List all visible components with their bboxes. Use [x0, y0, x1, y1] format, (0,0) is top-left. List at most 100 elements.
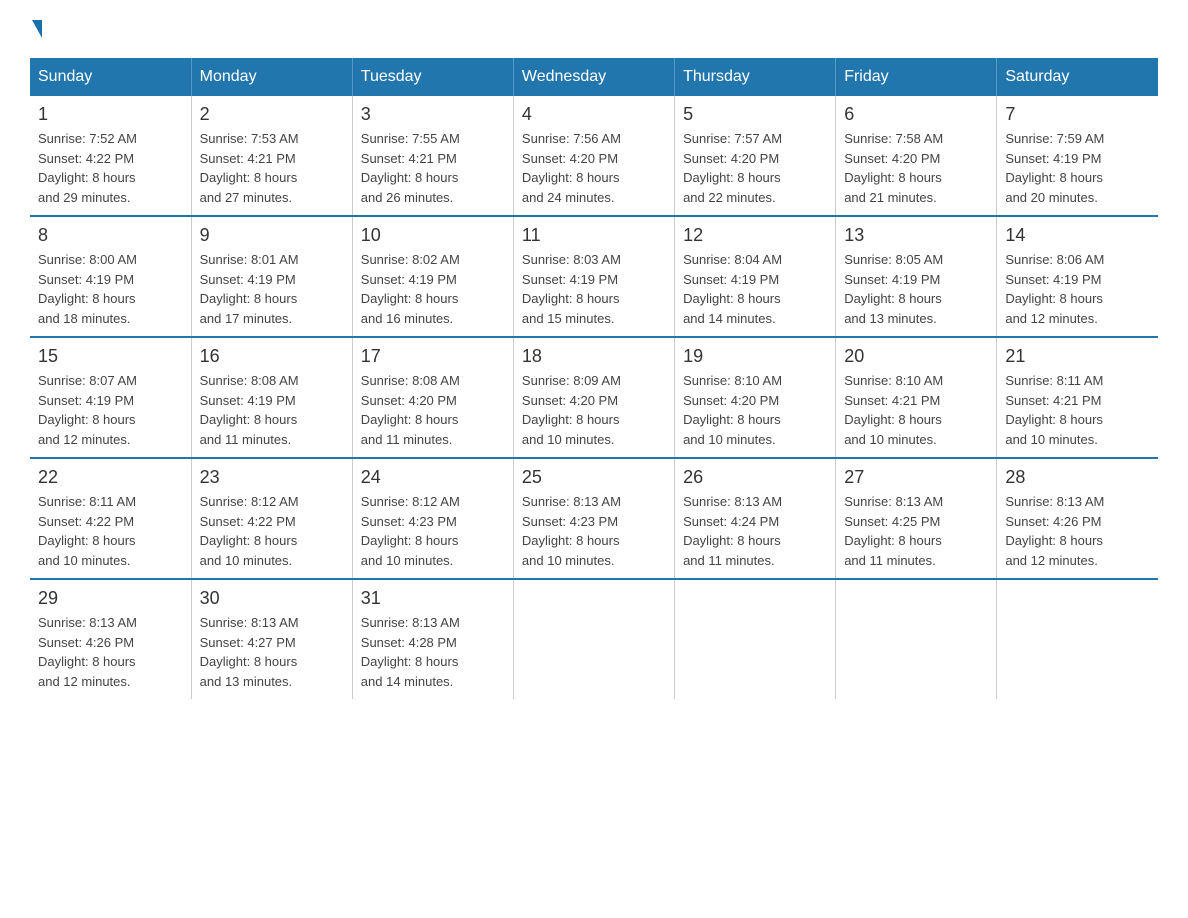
calendar-cell: 9 Sunrise: 8:01 AM Sunset: 4:19 PM Dayli… [191, 216, 352, 337]
day-detail: Sunrise: 8:07 AM Sunset: 4:19 PM Dayligh… [38, 371, 183, 449]
calendar-cell: 21 Sunrise: 8:11 AM Sunset: 4:21 PM Dayl… [997, 337, 1158, 458]
calendar-cell: 30 Sunrise: 8:13 AM Sunset: 4:27 PM Dayl… [191, 579, 352, 699]
day-detail: Sunrise: 7:57 AM Sunset: 4:20 PM Dayligh… [683, 129, 827, 207]
day-detail: Sunrise: 8:11 AM Sunset: 4:22 PM Dayligh… [38, 492, 183, 570]
day-number: 6 [844, 104, 988, 125]
day-number: 22 [38, 467, 183, 488]
day-detail: Sunrise: 8:01 AM Sunset: 4:19 PM Dayligh… [200, 250, 344, 328]
day-detail: Sunrise: 8:13 AM Sunset: 4:28 PM Dayligh… [361, 613, 505, 691]
calendar-cell [675, 579, 836, 699]
calendar-cell: 25 Sunrise: 8:13 AM Sunset: 4:23 PM Dayl… [513, 458, 674, 579]
calendar-cell: 27 Sunrise: 8:13 AM Sunset: 4:25 PM Dayl… [836, 458, 997, 579]
day-detail: Sunrise: 8:06 AM Sunset: 4:19 PM Dayligh… [1005, 250, 1150, 328]
calendar-cell: 29 Sunrise: 8:13 AM Sunset: 4:26 PM Dayl… [30, 579, 191, 699]
day-detail: Sunrise: 8:13 AM Sunset: 4:26 PM Dayligh… [1005, 492, 1150, 570]
day-number: 26 [683, 467, 827, 488]
day-detail: Sunrise: 8:13 AM Sunset: 4:27 PM Dayligh… [200, 613, 344, 691]
day-number: 10 [361, 225, 505, 246]
day-number: 27 [844, 467, 988, 488]
day-number: 18 [522, 346, 666, 367]
day-number: 9 [200, 225, 344, 246]
day-number: 15 [38, 346, 183, 367]
header-sunday: Sunday [30, 58, 191, 96]
day-detail: Sunrise: 8:05 AM Sunset: 4:19 PM Dayligh… [844, 250, 988, 328]
calendar-cell: 13 Sunrise: 8:05 AM Sunset: 4:19 PM Dayl… [836, 216, 997, 337]
day-detail: Sunrise: 7:53 AM Sunset: 4:21 PM Dayligh… [200, 129, 344, 207]
header-tuesday: Tuesday [352, 58, 513, 96]
calendar-cell: 28 Sunrise: 8:13 AM Sunset: 4:26 PM Dayl… [997, 458, 1158, 579]
calendar-cell [513, 579, 674, 699]
calendar-header-row: SundayMondayTuesdayWednesdayThursdayFrid… [30, 58, 1158, 96]
calendar-cell: 10 Sunrise: 8:02 AM Sunset: 4:19 PM Dayl… [352, 216, 513, 337]
day-detail: Sunrise: 8:10 AM Sunset: 4:20 PM Dayligh… [683, 371, 827, 449]
day-detail: Sunrise: 8:11 AM Sunset: 4:21 PM Dayligh… [1005, 371, 1150, 449]
calendar-cell: 16 Sunrise: 8:08 AM Sunset: 4:19 PM Dayl… [191, 337, 352, 458]
day-number: 28 [1005, 467, 1150, 488]
day-number: 24 [361, 467, 505, 488]
day-number: 21 [1005, 346, 1150, 367]
day-number: 31 [361, 588, 505, 609]
logo [30, 20, 44, 38]
calendar-cell: 3 Sunrise: 7:55 AM Sunset: 4:21 PM Dayli… [352, 96, 513, 216]
day-detail: Sunrise: 8:12 AM Sunset: 4:23 PM Dayligh… [361, 492, 505, 570]
day-detail: Sunrise: 7:58 AM Sunset: 4:20 PM Dayligh… [844, 129, 988, 207]
calendar-cell: 24 Sunrise: 8:12 AM Sunset: 4:23 PM Dayl… [352, 458, 513, 579]
week-row-2: 8 Sunrise: 8:00 AM Sunset: 4:19 PM Dayli… [30, 216, 1158, 337]
day-number: 8 [38, 225, 183, 246]
day-detail: Sunrise: 8:03 AM Sunset: 4:19 PM Dayligh… [522, 250, 666, 328]
logo-triangle-icon [32, 20, 42, 38]
calendar-cell: 12 Sunrise: 8:04 AM Sunset: 4:19 PM Dayl… [675, 216, 836, 337]
calendar-cell: 8 Sunrise: 8:00 AM Sunset: 4:19 PM Dayli… [30, 216, 191, 337]
day-detail: Sunrise: 8:00 AM Sunset: 4:19 PM Dayligh… [38, 250, 183, 328]
day-number: 5 [683, 104, 827, 125]
day-detail: Sunrise: 8:13 AM Sunset: 4:25 PM Dayligh… [844, 492, 988, 570]
header-wednesday: Wednesday [513, 58, 674, 96]
calendar-cell [836, 579, 997, 699]
calendar-table: SundayMondayTuesdayWednesdayThursdayFrid… [30, 58, 1158, 699]
day-number: 7 [1005, 104, 1150, 125]
calendar-cell: 4 Sunrise: 7:56 AM Sunset: 4:20 PM Dayli… [513, 96, 674, 216]
calendar-cell: 19 Sunrise: 8:10 AM Sunset: 4:20 PM Dayl… [675, 337, 836, 458]
day-number: 23 [200, 467, 344, 488]
day-number: 3 [361, 104, 505, 125]
calendar-cell: 22 Sunrise: 8:11 AM Sunset: 4:22 PM Dayl… [30, 458, 191, 579]
calendar-cell: 7 Sunrise: 7:59 AM Sunset: 4:19 PM Dayli… [997, 96, 1158, 216]
page-header [30, 20, 1158, 38]
day-detail: Sunrise: 8:09 AM Sunset: 4:20 PM Dayligh… [522, 371, 666, 449]
header-saturday: Saturday [997, 58, 1158, 96]
day-number: 29 [38, 588, 183, 609]
calendar-cell: 5 Sunrise: 7:57 AM Sunset: 4:20 PM Dayli… [675, 96, 836, 216]
week-row-4: 22 Sunrise: 8:11 AM Sunset: 4:22 PM Dayl… [30, 458, 1158, 579]
day-detail: Sunrise: 8:08 AM Sunset: 4:20 PM Dayligh… [361, 371, 505, 449]
day-number: 4 [522, 104, 666, 125]
day-number: 2 [200, 104, 344, 125]
day-number: 13 [844, 225, 988, 246]
day-detail: Sunrise: 8:13 AM Sunset: 4:26 PM Dayligh… [38, 613, 183, 691]
header-thursday: Thursday [675, 58, 836, 96]
calendar-cell: 17 Sunrise: 8:08 AM Sunset: 4:20 PM Dayl… [352, 337, 513, 458]
week-row-3: 15 Sunrise: 8:07 AM Sunset: 4:19 PM Dayl… [30, 337, 1158, 458]
day-number: 14 [1005, 225, 1150, 246]
header-monday: Monday [191, 58, 352, 96]
week-row-5: 29 Sunrise: 8:13 AM Sunset: 4:26 PM Dayl… [30, 579, 1158, 699]
day-detail: Sunrise: 8:13 AM Sunset: 4:23 PM Dayligh… [522, 492, 666, 570]
day-detail: Sunrise: 8:02 AM Sunset: 4:19 PM Dayligh… [361, 250, 505, 328]
day-detail: Sunrise: 8:12 AM Sunset: 4:22 PM Dayligh… [200, 492, 344, 570]
day-number: 1 [38, 104, 183, 125]
calendar-cell: 31 Sunrise: 8:13 AM Sunset: 4:28 PM Dayl… [352, 579, 513, 699]
calendar-cell: 1 Sunrise: 7:52 AM Sunset: 4:22 PM Dayli… [30, 96, 191, 216]
calendar-cell: 20 Sunrise: 8:10 AM Sunset: 4:21 PM Dayl… [836, 337, 997, 458]
day-number: 11 [522, 225, 666, 246]
calendar-cell: 11 Sunrise: 8:03 AM Sunset: 4:19 PM Dayl… [513, 216, 674, 337]
day-detail: Sunrise: 7:55 AM Sunset: 4:21 PM Dayligh… [361, 129, 505, 207]
week-row-1: 1 Sunrise: 7:52 AM Sunset: 4:22 PM Dayli… [30, 96, 1158, 216]
day-number: 16 [200, 346, 344, 367]
calendar-cell: 15 Sunrise: 8:07 AM Sunset: 4:19 PM Dayl… [30, 337, 191, 458]
header-friday: Friday [836, 58, 997, 96]
day-detail: Sunrise: 8:04 AM Sunset: 4:19 PM Dayligh… [683, 250, 827, 328]
calendar-cell: 6 Sunrise: 7:58 AM Sunset: 4:20 PM Dayli… [836, 96, 997, 216]
calendar-cell: 2 Sunrise: 7:53 AM Sunset: 4:21 PM Dayli… [191, 96, 352, 216]
day-detail: Sunrise: 7:59 AM Sunset: 4:19 PM Dayligh… [1005, 129, 1150, 207]
day-detail: Sunrise: 8:13 AM Sunset: 4:24 PM Dayligh… [683, 492, 827, 570]
day-number: 12 [683, 225, 827, 246]
